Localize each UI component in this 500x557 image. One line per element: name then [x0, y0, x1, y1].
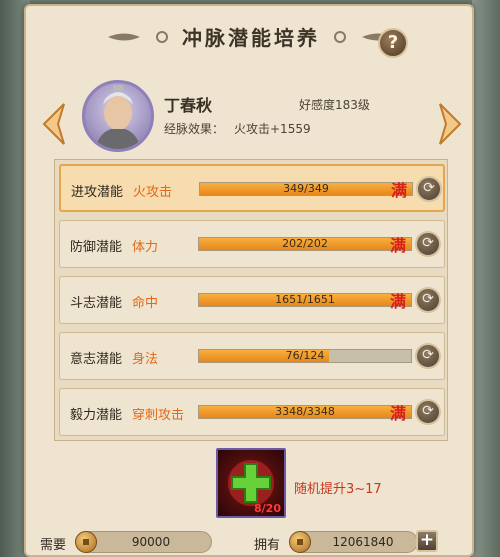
potential-panel: 冲脉潜能培养 ? 丁春秋 好感度183级 经脉效果： 火攻击+1559 进攻潜能…: [24, 4, 474, 557]
background-right: [472, 0, 500, 557]
page-title: 冲脉潜能培养: [182, 26, 320, 50]
full-badge: 满: [390, 404, 407, 423]
coin-icon: [289, 531, 311, 553]
potion-item-slot[interactable]: 8/20: [216, 448, 286, 518]
potential-attribute: 火攻击: [133, 185, 173, 200]
potential-row[interactable]: 防御潜能 体力 202/202 满 ⟳: [59, 220, 445, 268]
potential-row[interactable]: 斗志潜能 命中 1651/1651 满 ⟳: [59, 276, 445, 324]
potential-attribute: 命中: [132, 296, 159, 311]
potential-progress-bar: 1651/1651: [198, 293, 412, 307]
potential-attribute: 穿刺攻击: [132, 408, 185, 423]
effect-label: 经脉效果：: [164, 122, 225, 136]
progress-text: 76/124: [285, 349, 325, 362]
avatar: [82, 80, 154, 152]
potential-label: 防御潜能: [70, 240, 123, 255]
add-currency-button[interactable]: +: [416, 530, 438, 552]
full-badge: 满: [390, 236, 407, 255]
potential-row[interactable]: 意志潜能 身法 76/124 ⟳: [59, 332, 445, 380]
help-button[interactable]: ?: [378, 28, 408, 58]
progress-text: 3348/3348: [275, 405, 335, 418]
favor-level: 好感度183级: [299, 98, 370, 112]
elder-portrait-icon: [95, 85, 141, 149]
progress-text: 202/202: [282, 237, 328, 250]
character-name: 丁春秋: [164, 96, 213, 115]
item-effect-text: 随机提升3~17: [294, 482, 382, 497]
need-cost-field: 90000: [75, 531, 212, 553]
full-badge: 满: [390, 292, 407, 311]
have-label: 拥有: [254, 538, 281, 553]
refresh-icon[interactable]: ⟳: [415, 287, 441, 313]
potential-progress-bar: 3348/3348: [198, 405, 412, 419]
potential-row[interactable]: 毅力潜能 穿刺攻击 3348/3348 满 ⟳: [59, 388, 445, 436]
effect-value: 火攻击+1559: [234, 122, 311, 136]
refresh-icon[interactable]: ⟳: [415, 231, 441, 257]
potential-row[interactable]: 进攻潜能 火攻击 349/349 满 ⟳: [59, 164, 445, 212]
have-currency-value: 12061840: [332, 535, 394, 549]
title-row: 冲脉潜能培养 ?: [26, 14, 476, 58]
refresh-icon[interactable]: ⟳: [415, 399, 441, 425]
potential-label: 进攻潜能: [71, 185, 124, 200]
potential-label: 意志潜能: [70, 352, 123, 367]
potential-progress-bar: 202/202: [198, 237, 412, 251]
item-count: 8/20: [254, 502, 281, 515]
refresh-icon[interactable]: ⟳: [415, 343, 441, 369]
potential-label: 斗志潜能: [70, 296, 123, 311]
need-label: 需要: [40, 538, 67, 553]
chevron-right-icon[interactable]: [436, 102, 464, 146]
potential-progress-bar: 76/124: [198, 349, 412, 363]
need-cost-value: 90000: [131, 535, 171, 549]
potential-progress-bar: 349/349: [199, 182, 413, 196]
potential-list: 进攻潜能 火攻击 349/349 满 ⟳ 防御潜能 体力 202/202 满 ⟳…: [54, 159, 448, 441]
potential-attribute: 体力: [132, 240, 159, 255]
coin-icon: [75, 531, 97, 553]
have-currency-field: 12061840: [289, 531, 418, 553]
progress-text: 1651/1651: [275, 293, 335, 306]
refresh-icon[interactable]: ⟳: [416, 176, 442, 202]
chevron-left-icon[interactable]: [40, 102, 68, 146]
potential-label: 毅力潜能: [70, 408, 123, 423]
potential-attribute: 身法: [132, 352, 159, 367]
full-badge: 满: [391, 181, 408, 200]
progress-text: 349/349: [283, 182, 329, 195]
